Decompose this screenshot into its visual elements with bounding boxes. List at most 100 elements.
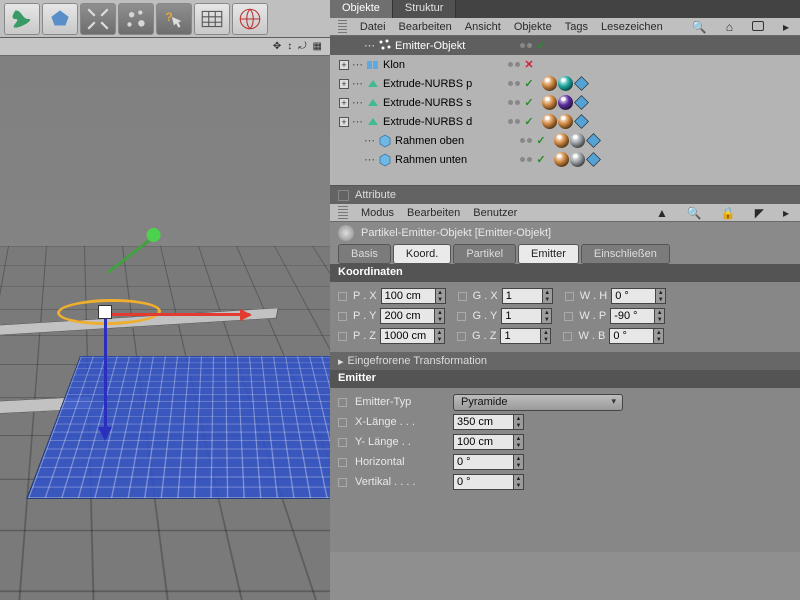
visibility-toggle[interactable]: ✓: [523, 96, 535, 109]
toolbar-simulate-button[interactable]: [42, 3, 78, 35]
scale-input[interactable]: ▲▼: [500, 328, 551, 344]
attribute-lock-check[interactable]: [338, 190, 349, 201]
layer-dots-icon[interactable]: [520, 138, 532, 143]
menu-lesezeichen[interactable]: Lesezeichen: [601, 21, 663, 33]
layer-dots-icon[interactable]: [508, 100, 520, 105]
anim-check[interactable]: [565, 292, 574, 301]
toolbar-help-pointer-button[interactable]: ?: [156, 3, 192, 35]
lock-icon[interactable]: 🔒: [718, 206, 739, 220]
visibility-toggle[interactable]: ✕: [523, 58, 535, 71]
frozen-transform-toggle[interactable]: ▸ Eingefrorene Transformation: [330, 352, 800, 370]
visibility-toggle[interactable]: ✓: [523, 77, 535, 90]
scale-input[interactable]: ▲▼: [502, 288, 553, 304]
ylen-input[interactable]: ▲▼: [453, 434, 524, 450]
pan-icon[interactable]: ✥: [273, 41, 281, 52]
anim-check[interactable]: [338, 478, 347, 487]
material-tag-icon[interactable]: [558, 114, 573, 129]
pos-input[interactable]: ▲▼: [381, 288, 446, 304]
emitter-type-select[interactable]: Pyramide: [453, 394, 623, 411]
menu-benutzer[interactable]: Benutzer: [473, 207, 517, 219]
visibility-toggle[interactable]: ✓: [523, 115, 535, 128]
object-row[interactable]: + ⋯ Extrude-NURBS d ✓: [330, 112, 800, 131]
visibility-toggle[interactable]: ✓: [535, 39, 547, 52]
material-tag-icon[interactable]: [558, 76, 573, 91]
layer-dots-icon[interactable]: [508, 62, 520, 67]
material-tag-icon[interactable]: [554, 133, 569, 148]
phong-tag-icon[interactable]: [574, 114, 589, 129]
expand-toggle[interactable]: +: [339, 117, 349, 127]
horiz-input[interactable]: ▲▼: [453, 454, 524, 470]
phong-tag-icon[interactable]: [586, 133, 601, 148]
attr-tab-koord[interactable]: Koord.: [393, 244, 451, 264]
anim-check[interactable]: [457, 312, 466, 321]
object-row[interactable]: + ⋯ Klon ✕: [330, 55, 800, 74]
menu-ansicht[interactable]: Ansicht: [465, 21, 501, 33]
anim-check[interactable]: [458, 292, 467, 301]
home-icon[interactable]: ⌂: [723, 20, 736, 34]
anim-check[interactable]: [457, 332, 466, 341]
scale-input[interactable]: ▲▼: [501, 308, 552, 324]
toolbar-globe-button[interactable]: [232, 3, 268, 35]
object-row[interactable]: + ⋯ Extrude-NURBS s ✓: [330, 93, 800, 112]
triangle-icon[interactable]: ◤: [752, 206, 767, 220]
tab-objekte[interactable]: Objekte: [330, 0, 393, 18]
toolbar-grid-button[interactable]: [194, 3, 230, 35]
anim-check[interactable]: [338, 438, 347, 447]
expand-toggle[interactable]: +: [339, 98, 349, 108]
object-row[interactable]: + ⋯ Extrude-NURBS p ✓: [330, 74, 800, 93]
anim-check[interactable]: [564, 312, 573, 321]
object-row[interactable]: ⋯ Rahmen unten ✓: [330, 150, 800, 169]
anim-check[interactable]: [563, 332, 572, 341]
frame-icon[interactable]: [749, 20, 767, 34]
anim-check[interactable]: [338, 332, 347, 341]
toolbar-deformer-button[interactable]: [4, 3, 40, 35]
layer-dots-icon[interactable]: [508, 119, 520, 124]
vert-input[interactable]: ▲▼: [453, 474, 524, 490]
viewport[interactable]: [0, 56, 330, 600]
chevron-icon[interactable]: ▸: [780, 206, 792, 220]
toolbar-particles-button[interactable]: [118, 3, 154, 35]
attr-tab-einschlieen[interactable]: Einschließen: [581, 244, 670, 264]
menu-bearbeiten-attr[interactable]: Bearbeiten: [407, 207, 460, 219]
material-tag-icon[interactable]: [542, 114, 557, 129]
object-row[interactable]: ⋯ Emitter-Objekt ✓: [330, 36, 800, 55]
menu-objekte[interactable]: Objekte: [514, 21, 552, 33]
pos-input[interactable]: ▲▼: [380, 328, 445, 344]
orbit-icon[interactable]: ⤾: [298, 41, 306, 52]
object-row[interactable]: ⋯ Rahmen oben ✓: [330, 131, 800, 150]
attr-tab-emitter[interactable]: Emitter: [518, 244, 579, 264]
material-tag-icon[interactable]: [570, 152, 585, 167]
grip-icon[interactable]: [338, 20, 347, 34]
layer-dots-icon[interactable]: [520, 157, 532, 162]
phong-tag-icon[interactable]: [574, 95, 589, 110]
search-icon[interactable]: 🔍: [689, 20, 710, 34]
expand-toggle[interactable]: +: [339, 79, 349, 89]
search-icon[interactable]: 🔍: [684, 206, 705, 220]
phong-tag-icon[interactable]: [586, 152, 601, 167]
attr-tab-basis[interactable]: Basis: [338, 244, 391, 264]
phong-tag-icon[interactable]: [574, 76, 589, 91]
toolbar-expand-button[interactable]: [80, 3, 116, 35]
xlen-input[interactable]: ▲▼: [453, 414, 524, 430]
material-tag-icon[interactable]: [558, 95, 573, 110]
menu-bearbeiten[interactable]: Bearbeiten: [399, 21, 452, 33]
layer-dots-icon[interactable]: [508, 81, 520, 86]
rot-input[interactable]: ▲▼: [609, 328, 664, 344]
menu-modus[interactable]: Modus: [361, 207, 394, 219]
anim-check[interactable]: [338, 458, 347, 467]
pos-input[interactable]: ▲▼: [380, 308, 445, 324]
nav-up-icon[interactable]: ▲: [653, 206, 671, 220]
zoom-icon[interactable]: ↕: [287, 41, 292, 52]
visibility-toggle[interactable]: ✓: [535, 153, 547, 166]
rot-input[interactable]: ▲▼: [611, 288, 666, 304]
layout-icon[interactable]: ▦: [313, 41, 322, 52]
tab-struktur[interactable]: Struktur: [393, 0, 457, 18]
anim-check[interactable]: [338, 312, 347, 321]
menu-tags[interactable]: Tags: [565, 21, 588, 33]
menu-datei[interactable]: Datei: [360, 21, 386, 33]
material-tag-icon[interactable]: [542, 95, 557, 110]
grip-icon[interactable]: [338, 206, 348, 220]
material-tag-icon[interactable]: [542, 76, 557, 91]
material-tag-icon[interactable]: [554, 152, 569, 167]
material-tag-icon[interactable]: [570, 133, 585, 148]
